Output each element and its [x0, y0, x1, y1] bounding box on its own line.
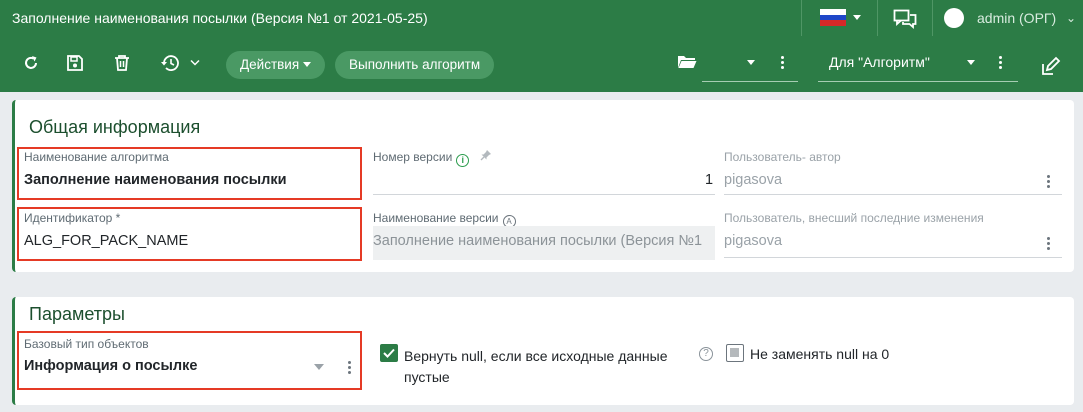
highlight-algorithm-name [17, 147, 362, 200]
keep-null-label[interactable]: Не заменять null на 0 [750, 346, 889, 362]
title-separator [932, 0, 933, 36]
window-title: Заполнение наименования посылки (Версия … [12, 10, 428, 26]
author-underline [724, 194, 1062, 195]
last-modifier-menu-dots-icon[interactable] [1047, 237, 1050, 252]
chat-icon[interactable] [893, 9, 917, 29]
trash-icon[interactable] [113, 54, 131, 72]
title-separator [877, 0, 878, 36]
for-menu-dots-icon[interactable] [999, 56, 1002, 71]
return-null-checkbox[interactable] [380, 344, 398, 362]
actions-button[interactable]: Действия [226, 51, 326, 79]
highlight-identifier [17, 207, 362, 261]
run-algorithm-button[interactable]: Выполнить алгоритм [335, 51, 495, 79]
folder-select-underline [702, 81, 798, 82]
general-info-title: Общая информация [29, 117, 201, 137]
folder-menu-dots-icon[interactable] [781, 56, 784, 71]
version-number-label: Номер версии i [373, 150, 470, 167]
history-icon[interactable] [160, 54, 180, 72]
toolbar: Действия Выполнить алгоритм Для "Алгорит… [0, 36, 1083, 92]
highlight-base-type [17, 331, 362, 390]
user-name[interactable]: admin (ОРГ) [977, 10, 1056, 26]
edit-icon[interactable] [1041, 56, 1061, 76]
version-number-underline [373, 194, 715, 195]
version-number-label-text: Номер версии [373, 150, 453, 164]
for-select-caret-icon[interactable] [967, 60, 975, 65]
last-modifier-label: Пользователь, внесший последние изменени… [724, 211, 984, 225]
actions-caret-icon [303, 62, 312, 67]
for-select-underline [818, 81, 1018, 82]
version-number-field[interactable]: 1 [705, 172, 713, 188]
folder-icon[interactable] [677, 54, 697, 70]
checkbox-indeterminate-fill [730, 348, 739, 357]
last-modifier-underline [724, 257, 1062, 258]
check-icon [383, 348, 395, 358]
last-modifier-field: pigasova [724, 233, 783, 249]
history-dropdown-icon[interactable] [190, 59, 200, 67]
parameters-title: Параметры [29, 304, 125, 324]
pin-icon[interactable] [480, 149, 492, 161]
russian-flag-icon[interactable] [820, 9, 846, 26]
actions-button-label: Действия [240, 57, 300, 72]
for-algorithm-select[interactable]: Для "Алгоритм" [829, 54, 930, 70]
info-icon[interactable]: i [456, 154, 470, 167]
refresh-icon[interactable] [22, 54, 40, 72]
version-name-label-text: Наименование версии [373, 211, 499, 225]
return-null-label[interactable]: Вернуть null, если все исходные данные п… [404, 346, 674, 388]
version-name-field[interactable]: Заполнение наименования посылки (Версия … [373, 233, 715, 249]
run-algorithm-label: Выполнить алгоритм [349, 57, 481, 72]
title-bar: Заполнение наименования посылки (Версия … [0, 0, 1083, 36]
author-field: pigasova [724, 172, 783, 188]
folder-select-caret-icon[interactable] [747, 60, 755, 65]
language-caret-icon[interactable] [853, 15, 861, 20]
title-separator [801, 0, 802, 36]
author-menu-dots-icon[interactable] [1047, 175, 1050, 190]
user-caret-icon[interactable]: ⌄ [1066, 11, 1076, 25]
save-icon[interactable] [66, 54, 84, 72]
avatar[interactable] [944, 8, 964, 28]
help-icon[interactable]: ? [699, 347, 713, 361]
author-label: Пользователь- автор [724, 150, 841, 164]
keep-null-checkbox[interactable] [726, 344, 744, 362]
